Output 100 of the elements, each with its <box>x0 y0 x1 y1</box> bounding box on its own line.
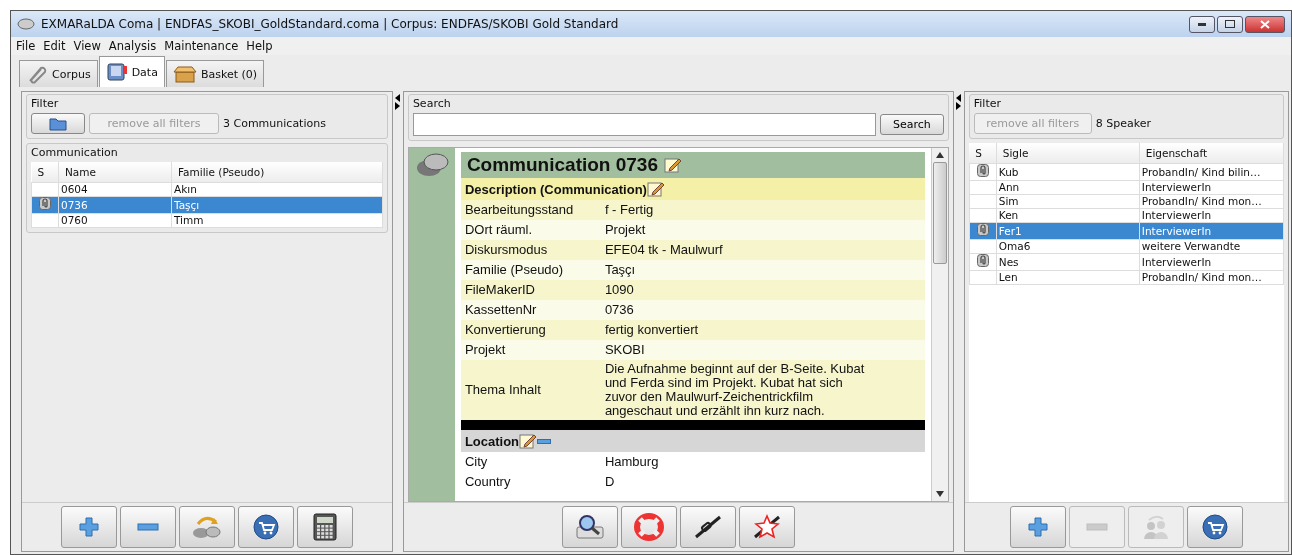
table-row[interactable]: Ken InterviewerIn <box>969 208 1284 223</box>
table-cell: Len <box>996 270 1140 285</box>
window-title: EXMARaLDA Coma | ENDFAS_SKOBI_GoldStandard.coma | Corpus: ENDFAS/SKOBI Gold Standard <box>41 17 620 31</box>
table-row[interactable]: 0760 Timm <box>31 213 383 228</box>
column-header[interactable]: Familie (Pseudo) <box>171 162 383 183</box>
table-cell: Nes <box>996 253 1140 271</box>
field-value: Projekt <box>604 223 647 237</box>
broken-chain-button[interactable] <box>738 506 795 548</box>
field-value: Die Aufnahme beginnt auf der B-Seite. Kubat und Ferda sind im Projekt. Kubat hat sich zuvor den Maulwurf-Zeichentrickfilm angeschaut und erzählt ihn kurz nach. <box>604 362 866 418</box>
table-row[interactable]: 0604 Akın <box>31 182 383 197</box>
scroll-thumb[interactable] <box>932 162 947 264</box>
edit-icon[interactable] <box>646 181 665 197</box>
close-button[interactable] <box>1245 15 1285 33</box>
table-row[interactable]: Ann InterviewerIn <box>969 180 1284 195</box>
table-cell: weitere Verwandte <box>1139 239 1284 254</box>
basket-button[interactable] <box>1186 506 1243 548</box>
column-header[interactable]: S <box>31 162 59 183</box>
scrollbar[interactable] <box>930 148 948 501</box>
table-row[interactable]: Sim ProbandIn/ Kind mon… <box>969 194 1284 209</box>
table-cell: Ken <box>996 208 1140 223</box>
add-button[interactable] <box>60 506 117 548</box>
field-value: Hamburg <box>604 455 660 469</box>
calculator-button[interactable] <box>296 506 353 548</box>
table-cell: ProbandIn/ Kind mon… <box>1139 194 1284 209</box>
remove-button[interactable] <box>119 506 176 548</box>
tab[interactable]: Corpus <box>19 60 98 87</box>
field-label: Bearbeitungsstand <box>464 203 575 217</box>
table-row[interactable]: Kub ProbandIn/ Kind bilin… <box>969 163 1284 181</box>
magnifier-document-icon <box>573 513 606 541</box>
chain-button[interactable] <box>679 506 736 548</box>
field-label: Thema Inhalt <box>464 383 542 397</box>
field-label: Projekt <box>464 343 507 357</box>
field-label: Diskursmodus <box>464 243 549 257</box>
table-cell: ProbandIn/ Kind mon… <box>1139 270 1284 285</box>
paperclip-icon <box>39 197 51 210</box>
folder-button[interactable] <box>31 113 85 134</box>
speaker-count: 8 Speaker <box>1095 117 1152 130</box>
section-title: Location <box>464 433 520 449</box>
minus-icon <box>136 523 159 531</box>
field-value: SKOBI <box>604 343 646 357</box>
cart-icon <box>1200 513 1229 541</box>
scroll-down-icon[interactable] <box>935 491 944 497</box>
field-value: fertig konvertiert <box>604 323 700 337</box>
table-cell: Kub <box>996 163 1140 181</box>
edit-icon[interactable] <box>519 433 538 449</box>
group-label: Filter <box>31 97 60 110</box>
table-cell: Ann <box>996 180 1140 195</box>
field-value: 0736 <box>604 303 635 317</box>
scroll-up-icon[interactable] <box>935 152 944 158</box>
table-cell: Oma6 <box>996 239 1140 254</box>
column-header[interactable]: Name <box>58 162 172 183</box>
minus-icon <box>1085 523 1108 531</box>
section-title: Description (Communication) <box>464 181 647 197</box>
splitter-arrows-icon[interactable] <box>955 93 963 111</box>
lifebuoy-button[interactable] <box>620 506 677 548</box>
field-label: Country <box>464 475 512 489</box>
folder-icon <box>49 116 67 131</box>
table-row[interactable]: 0736 Taşçı <box>31 196 383 214</box>
table-cell: ProbandIn/ Kind bilin… <box>1139 163 1284 181</box>
search-button[interactable]: Search <box>879 114 944 135</box>
paperclip-icon <box>976 223 989 236</box>
tab[interactable]: Data <box>98 56 165 87</box>
basket-button[interactable] <box>237 506 294 548</box>
table-row[interactable]: Oma6 weitere Verwandte <box>969 239 1284 254</box>
menu-item[interactable]: Edit <box>42 39 67 53</box>
box-icon <box>172 64 197 84</box>
tab[interactable]: Basket (0) <box>165 60 265 87</box>
field-label: Konvertierung <box>464 323 547 337</box>
table-cell: 0760 <box>58 213 172 228</box>
column-header[interactable]: Eigenschaft <box>1139 143 1284 164</box>
minimize-icon <box>1198 22 1206 26</box>
table-row[interactable]: Nes InterviewerIn <box>969 253 1284 271</box>
table-cell: Akın <box>171 182 383 197</box>
table-cell: Sim <box>996 194 1140 209</box>
menu-item[interactable]: File <box>15 39 37 53</box>
field-label: FileMakerID <box>464 283 536 297</box>
minimize-button[interactable] <box>1189 15 1215 33</box>
paperclip-icon <box>26 64 48 84</box>
paperclip-icon <box>976 254 989 267</box>
edit-icon[interactable] <box>664 157 682 173</box>
book-icon <box>105 62 128 82</box>
speech-bubble-icon <box>17 18 35 30</box>
maximize-button[interactable] <box>1217 15 1243 33</box>
menu-item[interactable]: Analysis <box>107 39 158 53</box>
menu-item[interactable]: View <box>72 39 102 53</box>
menu-item[interactable]: Help <box>245 39 274 53</box>
column-header[interactable]: Sigle <box>996 143 1140 164</box>
add-button[interactable] <box>1009 506 1066 548</box>
maximize-icon <box>1225 20 1235 28</box>
search-field[interactable] <box>412 113 876 136</box>
field-value: D <box>604 475 616 489</box>
minus-icon[interactable] <box>537 438 552 444</box>
merge-button[interactable] <box>178 506 235 548</box>
splitter-arrows-icon[interactable] <box>394 93 402 111</box>
menu-item[interactable]: Maintenance <box>163 39 240 53</box>
table-row[interactable]: Len ProbandIn/ Kind mon… <box>969 270 1284 285</box>
search-doc-button[interactable] <box>561 506 618 548</box>
table-row[interactable]: Fer1 InterviewerIn <box>969 222 1284 240</box>
column-header[interactable]: S <box>969 143 997 164</box>
group-label: Communication <box>31 146 119 159</box>
